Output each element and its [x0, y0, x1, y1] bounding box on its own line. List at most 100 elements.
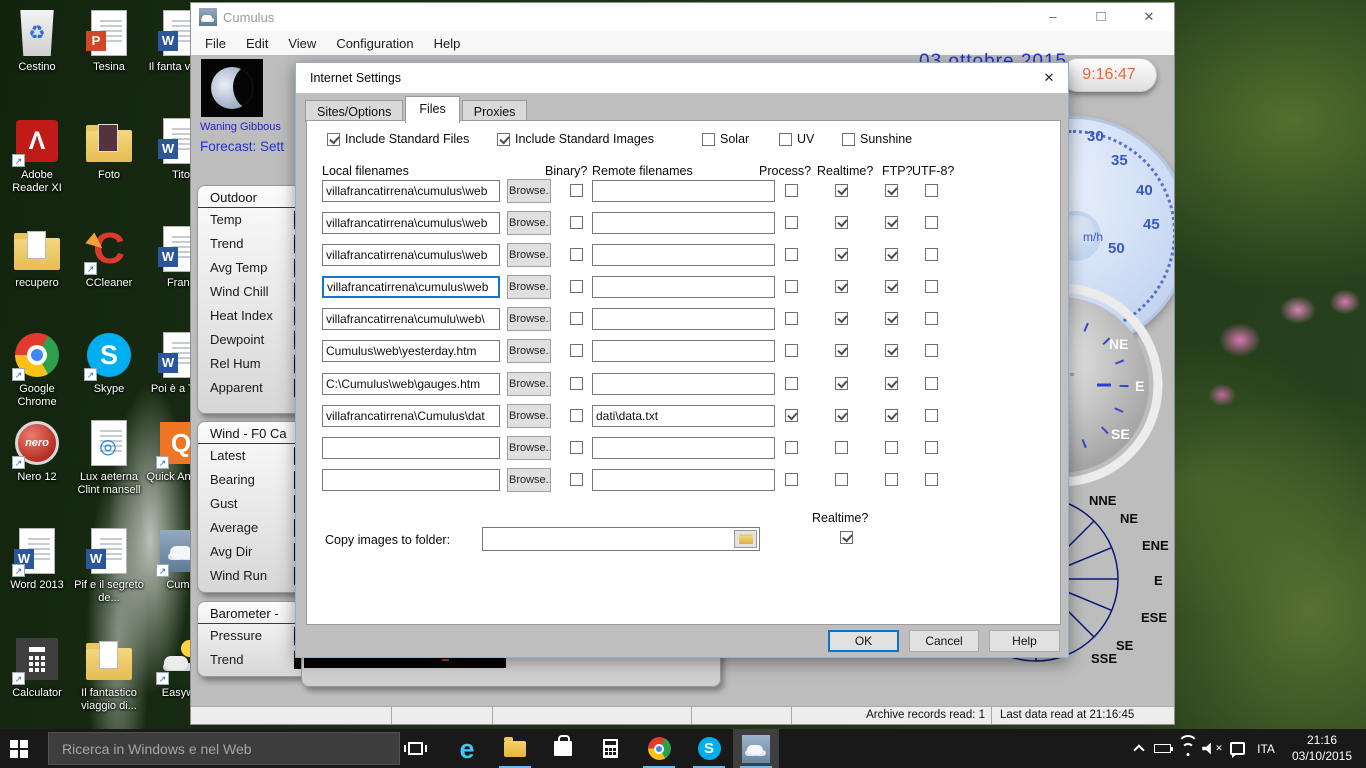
- remote-filename-input[interactable]: [592, 437, 775, 459]
- ftp-checkbox[interactable]: [885, 377, 898, 390]
- local-filename-input[interactable]: [322, 308, 500, 330]
- utf8-checkbox[interactable]: [925, 344, 938, 357]
- task-view-button[interactable]: [392, 729, 438, 768]
- menu-edit[interactable]: Edit: [236, 36, 278, 51]
- browse-button[interactable]: Browse...: [507, 179, 551, 203]
- process-checkbox[interactable]: [785, 344, 798, 357]
- binary-checkbox[interactable]: [570, 216, 583, 229]
- desktop-icon-google-chrome[interactable]: Google Chrome: [2, 330, 72, 409]
- tab-files[interactable]: Files: [405, 96, 459, 123]
- binary-checkbox[interactable]: [570, 473, 583, 486]
- browse-button[interactable]: Browse...: [507, 404, 551, 428]
- browse-button[interactable]: Browse...: [507, 275, 551, 299]
- menu-configuration[interactable]: Configuration: [326, 36, 423, 51]
- search-input[interactable]: [48, 732, 400, 765]
- include-standard-images-checkbox[interactable]: [497, 133, 510, 146]
- realtime-checkbox[interactable]: [835, 312, 848, 325]
- minimize-icon[interactable]: [1036, 3, 1070, 31]
- remote-filename-input[interactable]: [592, 340, 775, 362]
- ftp-checkbox[interactable]: [885, 441, 898, 454]
- remote-filename-input[interactable]: [592, 469, 775, 491]
- binary-checkbox[interactable]: [570, 184, 583, 197]
- tray-language[interactable]: ITA: [1250, 729, 1282, 768]
- local-filename-input[interactable]: [322, 437, 500, 459]
- desktop-icon-lux-aeterna[interactable]: Lux aeterna Clint mansell: [74, 418, 144, 497]
- remote-filename-input[interactable]: [592, 276, 775, 298]
- tray-volume[interactable]: ✕: [1200, 729, 1225, 768]
- process-checkbox[interactable]: [785, 409, 798, 422]
- desktop-icon-skype[interactable]: SSkype: [74, 330, 144, 396]
- browse-button[interactable]: Browse...: [507, 307, 551, 331]
- menu-view[interactable]: View: [278, 36, 326, 51]
- tray-action-center[interactable]: [1225, 729, 1250, 768]
- maximize-icon[interactable]: [1084, 3, 1118, 31]
- browse-button[interactable]: Browse...: [507, 243, 551, 267]
- realtime-checkbox[interactable]: [835, 409, 848, 422]
- browse-button[interactable]: Browse...: [507, 339, 551, 363]
- uv-checkbox[interactable]: [779, 133, 792, 146]
- desktop-icon-foto[interactable]: Foto: [74, 116, 144, 182]
- close-icon[interactable]: [1132, 3, 1166, 31]
- process-checkbox[interactable]: [785, 377, 798, 390]
- taskbar-chrome[interactable]: [636, 729, 682, 768]
- local-filename-input[interactable]: [322, 244, 500, 266]
- desktop-icon-pif[interactable]: Pif e il segreto de...: [74, 526, 144, 605]
- realtime-checkbox[interactable]: [835, 344, 848, 357]
- process-checkbox[interactable]: [785, 216, 798, 229]
- solar-checkbox[interactable]: [702, 133, 715, 146]
- tab-proxies[interactable]: Proxies: [462, 100, 528, 122]
- binary-checkbox[interactable]: [570, 409, 583, 422]
- ftp-checkbox[interactable]: [885, 248, 898, 261]
- remote-filename-input[interactable]: [592, 244, 775, 266]
- realtime-checkbox[interactable]: [835, 377, 848, 390]
- ftp-checkbox[interactable]: [885, 184, 898, 197]
- process-checkbox[interactable]: [785, 184, 798, 197]
- taskbar-file-explorer[interactable]: [492, 729, 538, 768]
- folder-browse-icon[interactable]: [734, 530, 757, 548]
- desktop-icon-adobe-reader[interactable]: ΛAdobe Reader XI: [2, 116, 72, 195]
- cancel-button[interactable]: Cancel: [909, 630, 979, 652]
- utf8-checkbox[interactable]: [925, 216, 938, 229]
- start-button[interactable]: [0, 729, 48, 768]
- ftp-checkbox[interactable]: [885, 409, 898, 422]
- tray-expand-button[interactable]: [1128, 729, 1150, 768]
- binary-checkbox[interactable]: [570, 344, 583, 357]
- desktop-icon-calculator[interactable]: Calculator: [2, 634, 72, 700]
- ftp-checkbox[interactable]: [885, 473, 898, 486]
- realtime-checkbox[interactable]: [835, 441, 848, 454]
- include-standard-files-checkbox[interactable]: [327, 133, 340, 146]
- taskbar-edge[interactable]: e: [444, 729, 490, 768]
- realtime-checkbox[interactable]: [835, 280, 848, 293]
- ftp-checkbox[interactable]: [885, 312, 898, 325]
- taskbar-calculator[interactable]: [587, 729, 633, 768]
- realtime-checkbox[interactable]: [835, 184, 848, 197]
- desktop-icon-word-2013[interactable]: Word 2013: [2, 526, 72, 592]
- desktop-icon-nero[interactable]: neroNero 12: [2, 418, 72, 484]
- help-button[interactable]: Help: [989, 630, 1060, 652]
- tray-network[interactable]: [1175, 729, 1200, 768]
- menu-file[interactable]: File: [195, 36, 236, 51]
- process-checkbox[interactable]: [785, 473, 798, 486]
- desktop-icon-ccleaner[interactable]: CCCleaner: [74, 224, 144, 290]
- taskbar-cumulus[interactable]: [733, 729, 779, 768]
- utf8-checkbox[interactable]: [925, 409, 938, 422]
- binary-checkbox[interactable]: [570, 441, 583, 454]
- remote-filename-input[interactable]: [592, 373, 775, 395]
- browse-button[interactable]: Browse...: [507, 468, 551, 492]
- desktop-icon-recupero[interactable]: recupero: [2, 224, 72, 290]
- browse-button[interactable]: Browse...: [507, 372, 551, 396]
- realtime-checkbox[interactable]: [835, 248, 848, 261]
- remote-filename-input[interactable]: [592, 308, 775, 330]
- desktop-icon-fantastico-viaggio[interactable]: Il fantastico viaggio di...: [74, 634, 144, 713]
- local-filename-input[interactable]: [322, 405, 500, 427]
- utf8-checkbox[interactable]: [925, 473, 938, 486]
- local-filename-input[interactable]: [322, 373, 500, 395]
- realtime-copy-checkbox[interactable]: [840, 531, 853, 544]
- desktop-icon-tesina[interactable]: Tesina: [74, 8, 144, 74]
- remote-filename-input[interactable]: [592, 180, 775, 202]
- process-checkbox[interactable]: [785, 312, 798, 325]
- ftp-checkbox[interactable]: [885, 344, 898, 357]
- process-checkbox[interactable]: [785, 280, 798, 293]
- local-filename-input[interactable]: [322, 340, 500, 362]
- utf8-checkbox[interactable]: [925, 441, 938, 454]
